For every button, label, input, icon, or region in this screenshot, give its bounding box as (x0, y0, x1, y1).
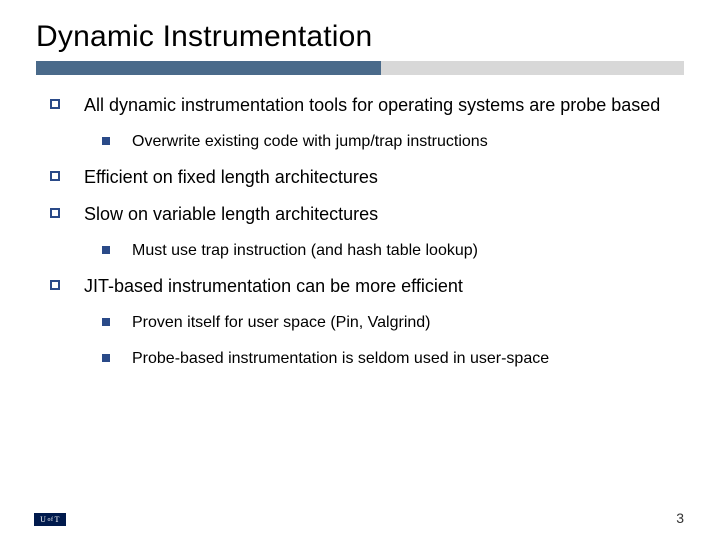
slide-title: Dynamic Instrumentation (36, 20, 720, 54)
underline-muted (381, 61, 684, 75)
bullet-level-1: All dynamic instrumentation tools for op… (50, 94, 670, 118)
university-logo: UofT (34, 513, 66, 526)
hollow-square-icon (50, 171, 60, 181)
bullet-level-1: JIT-based instrumentation can be more ef… (50, 275, 670, 299)
hollow-square-icon (50, 208, 60, 218)
bullet-level-2: Overwrite existing code with jump/trap i… (102, 131, 670, 153)
bullet-level-2: Probe-based instrumentation is seldom us… (102, 348, 670, 370)
bullet-text: All dynamic instrumentation tools for op… (84, 94, 660, 118)
bullet-text: Overwrite existing code with jump/trap i… (132, 131, 488, 153)
hollow-square-icon (50, 99, 60, 109)
footer: UofT 3 (0, 504, 720, 526)
filled-square-icon (102, 318, 110, 326)
filled-square-icon (102, 354, 110, 362)
bullet-text: Probe-based instrumentation is seldom us… (132, 348, 549, 370)
bullet-level-2: Proven itself for user space (Pin, Valgr… (102, 312, 670, 334)
bullet-text: Must use trap instruction (and hash tabl… (132, 240, 478, 262)
filled-square-icon (102, 137, 110, 145)
page-number: 3 (676, 510, 684, 526)
underline-accent (36, 61, 381, 75)
bullet-level-1: Efficient on fixed length architectures (50, 166, 670, 190)
bullet-text: JIT-based instrumentation can be more ef… (84, 275, 463, 299)
slide-content: All dynamic instrumentation tools for op… (0, 75, 720, 369)
bullet-text: Proven itself for user space (Pin, Valgr… (132, 312, 431, 334)
bullet-text: Efficient on fixed length architectures (84, 166, 378, 190)
filled-square-icon (102, 246, 110, 254)
title-underline (36, 61, 684, 75)
bullet-level-2: Must use trap instruction (and hash tabl… (102, 240, 670, 262)
bullet-level-1: Slow on variable length architectures (50, 203, 670, 227)
title-area: Dynamic Instrumentation (0, 0, 720, 75)
bullet-text: Slow on variable length architectures (84, 203, 378, 227)
hollow-square-icon (50, 280, 60, 290)
